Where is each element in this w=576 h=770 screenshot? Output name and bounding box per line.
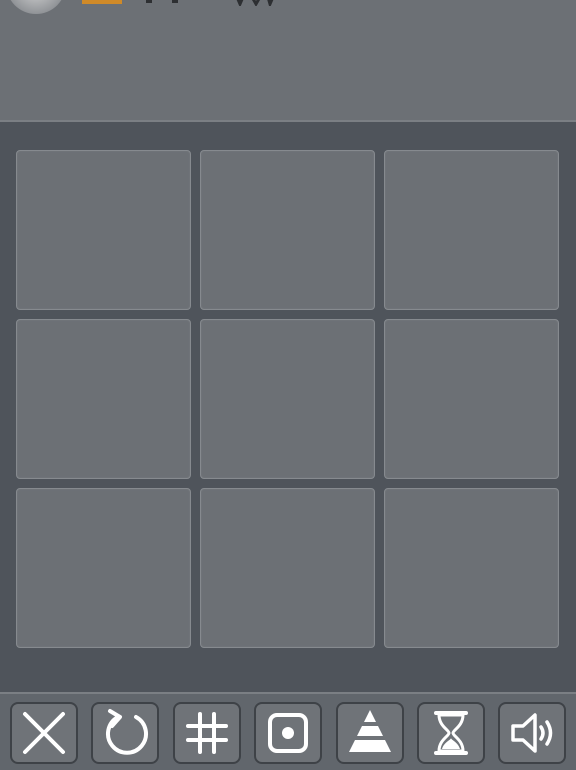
game-header [0,0,576,122]
board-cell[interactable] [16,150,191,310]
board-cell[interactable] [16,488,191,648]
board-cell[interactable] [200,488,375,648]
rating-stars [230,0,282,6]
status-dot [172,0,178,3]
game-board [16,150,560,648]
grid-icon [186,712,228,754]
sound-icon [511,713,553,753]
hourglass-icon [434,711,468,755]
star-icon [236,0,274,6]
board-cell[interactable] [200,150,375,310]
hourglass-button[interactable] [417,702,485,764]
level-badge [82,0,122,4]
pyramid-button[interactable] [336,702,404,764]
pyramid-icon [349,710,391,752]
close-icon [23,712,65,754]
board-cell[interactable] [16,319,191,479]
close-button[interactable] [10,702,78,764]
status-dot [146,0,152,3]
board-cell[interactable] [384,488,559,648]
restart-button[interactable] [91,702,159,764]
bottom-toolbar [0,692,576,770]
target-button[interactable] [254,702,322,764]
board-cell[interactable] [384,150,559,310]
target-icon [268,713,308,753]
restart-icon [106,709,148,755]
sound-button[interactable] [498,702,566,764]
board-cell[interactable] [200,319,375,479]
grid-button[interactable] [173,702,241,764]
board-cell[interactable] [384,319,559,479]
player-avatar[interactable] [6,0,66,14]
